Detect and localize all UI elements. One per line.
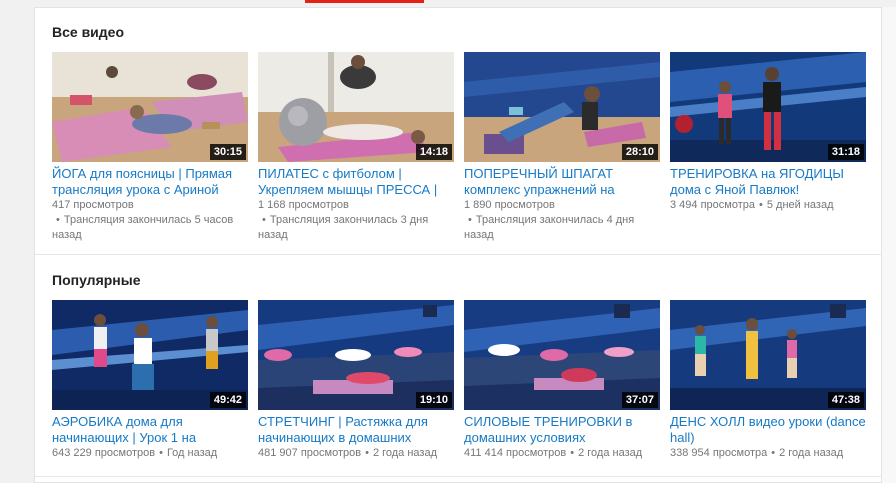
video-card[interactable]: 47:38 ДЕНС ХОЛЛ видео уроки (dance hall)… xyxy=(670,300,866,461)
video-title-link[interactable]: ПИЛАТЕС с фитболом | Укрепляем мышцы ПРЕ… xyxy=(258,166,454,198)
video-age: Трансляция закончилась 5 часов назад xyxy=(52,214,234,241)
active-tab-indicator xyxy=(305,0,424,3)
video-thumbnail[interactable]: 19:10 xyxy=(258,300,454,410)
shelf-popular: Популярные 49:42 АЭРОБИКА дома для начин… xyxy=(52,272,892,472)
video-thumbnail[interactable]: 31:18 xyxy=(670,52,866,162)
meta-separator: • xyxy=(468,214,472,226)
video-meta: 3 494 просмотра • 5 дней назад xyxy=(670,198,866,213)
video-thumbnail[interactable]: 14:18 xyxy=(258,52,454,162)
video-title-link[interactable]: СТРЕТЧИНГ | Растяжка для начинающих в до… xyxy=(258,414,454,446)
view-count: 3 494 просмотра xyxy=(670,199,755,211)
video-age: Трансляция закончилась 4 дня назад xyxy=(464,214,635,241)
video-meta: 643 229 просмотров • Год назад xyxy=(52,446,248,461)
duration-badge: 49:42 xyxy=(209,392,246,408)
view-count: 338 954 просмотра xyxy=(670,447,768,459)
video-age: Год назад xyxy=(166,447,218,459)
shelf-all-videos: Все видео 30:15 ЙОГА для поясницы | Прям… xyxy=(52,24,892,254)
video-meta: 338 954 просмотра • 2 года назад xyxy=(670,446,866,461)
video-thumbnail[interactable]: 49:42 xyxy=(52,300,248,410)
view-count: 643 229 просмотров xyxy=(52,447,156,459)
meta-separator: • xyxy=(56,214,60,226)
video-card[interactable]: 19:10 СТРЕТЧИНГ | Растяжка для начинающи… xyxy=(258,300,454,461)
view-count: 411 414 просмотров xyxy=(464,447,567,459)
video-age: 2 года назад xyxy=(578,447,643,459)
video-title-link[interactable]: СИЛОВЫЕ ТРЕНИРОВКИ в домашних условиях xyxy=(464,414,660,446)
shelf-divider xyxy=(35,476,882,477)
meta-separator: • xyxy=(570,447,575,459)
view-count: 1 168 просмотров xyxy=(258,199,349,211)
video-meta: 417 просмотров • Трансляция закончилась 5… xyxy=(52,198,248,243)
duration-badge: 47:38 xyxy=(827,392,864,408)
video-title-link[interactable]: ТРЕНИРОВКА на ЯГОДИЦЫ дома с Яной Павлюк… xyxy=(670,166,866,198)
meta-separator: • xyxy=(759,199,763,211)
video-title-link[interactable]: ПОПЕРЕЧНЫЙ ШПАГАТ комплекс упражнений на xyxy=(464,166,660,198)
view-count: 1 890 просмотров xyxy=(464,199,555,211)
duration-badge: 31:18 xyxy=(827,144,864,160)
duration-badge: 19:10 xyxy=(415,392,452,408)
duration-badge: 30:15 xyxy=(209,144,246,160)
shelf-title[interactable]: Все видео xyxy=(52,24,124,40)
video-age: 2 года назад xyxy=(372,447,437,459)
video-meta: 411 414 просмотров • 2 года назад xyxy=(464,446,660,461)
duration-badge: 28:10 xyxy=(621,144,658,160)
video-card[interactable]: 30:15 ЙОГА для поясницы | Прямая трансля… xyxy=(52,52,248,243)
video-card[interactable]: 28:10 ПОПЕРЕЧНЫЙ ШПАГАТ комплекс упражне… xyxy=(464,52,660,243)
video-meta: 1 890 просмотров • Трансляция закончилась… xyxy=(464,198,660,243)
video-meta: 1 168 просмотров • Трансляция закончилась… xyxy=(258,198,454,243)
video-title-link[interactable]: ДЕНС ХОЛЛ видео уроки (dance hall) xyxy=(670,414,866,446)
video-card[interactable]: 14:18 ПИЛАТЕС с фитболом | Укрепляем мыш… xyxy=(258,52,454,243)
meta-separator: • xyxy=(262,214,266,226)
duration-badge: 37:07 xyxy=(621,392,658,408)
meta-separator: • xyxy=(771,447,776,459)
view-count: 417 просмотров xyxy=(52,199,134,211)
video-card[interactable]: 49:42 АЭРОБИКА дома для начинающих | Уро… xyxy=(52,300,248,461)
video-title-link[interactable]: ЙОГА для поясницы | Прямая трансляция ур… xyxy=(52,166,248,198)
meta-separator: • xyxy=(159,447,163,459)
channel-videos-panel: Все видео 30:15 ЙОГА для поясницы | Прям… xyxy=(34,7,892,483)
scrollbar-track[interactable] xyxy=(882,7,896,483)
video-card[interactable]: 31:18 ТРЕНИРОВКА на ЯГОДИЦЫ дома с Яной … xyxy=(670,52,866,213)
video-age: 2 года назад xyxy=(779,447,844,459)
video-card[interactable]: 37:07 СИЛОВЫЕ ТРЕНИРОВКИ в домашних усло… xyxy=(464,300,660,461)
video-title-link[interactable]: АЭРОБИКА дома для начинающих | Урок 1 на xyxy=(52,414,248,446)
video-age: Трансляция закончилась 3 дня назад xyxy=(258,214,429,241)
video-thumbnail[interactable]: 30:15 xyxy=(52,52,248,162)
view-count: 481 907 просмотров xyxy=(258,447,362,459)
video-age: 5 дней назад xyxy=(766,199,834,211)
meta-separator: • xyxy=(365,447,369,459)
shelf-title[interactable]: Популярные xyxy=(52,272,140,288)
video-thumbnail[interactable]: 47:38 xyxy=(670,300,866,410)
video-meta: 481 907 просмотров • 2 года назад xyxy=(258,446,454,461)
video-thumbnail[interactable]: 37:07 xyxy=(464,300,660,410)
video-thumbnail[interactable]: 28:10 xyxy=(464,52,660,162)
duration-badge: 14:18 xyxy=(415,144,452,160)
shelf-divider xyxy=(35,254,882,255)
